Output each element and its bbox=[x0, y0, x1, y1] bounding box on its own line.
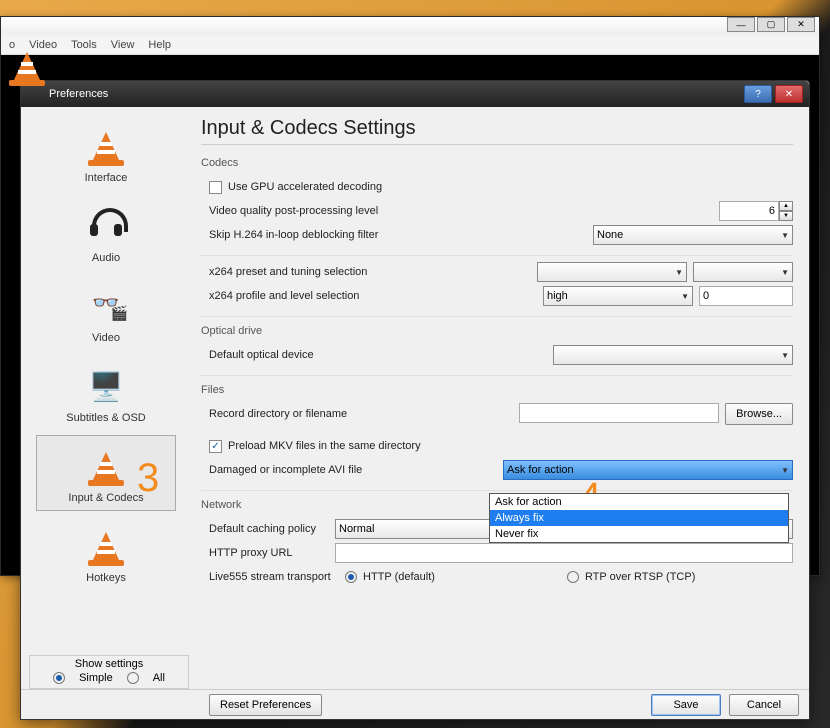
show-settings-group: Show settings Simple All bbox=[29, 655, 189, 689]
preferences-dialog: Preferences ? ✕ Interface Audio Video 🖥️… bbox=[20, 80, 810, 720]
simple-radio-label: Simple bbox=[79, 672, 113, 684]
sidebar-item-label: Input & Codecs bbox=[68, 492, 143, 504]
optical-device-label: Default optical device bbox=[209, 349, 314, 361]
sidebar-item-video[interactable]: Video bbox=[36, 275, 176, 351]
menu-item[interactable]: Video bbox=[29, 39, 57, 51]
settings-page: Input & Codecs Settings Codecs Use GPU a… bbox=[191, 107, 809, 691]
all-radio[interactable] bbox=[127, 672, 139, 684]
proxy-label: HTTP proxy URL bbox=[209, 547, 329, 559]
menu-item[interactable]: o bbox=[9, 39, 15, 51]
preload-mkv-checkbox[interactable]: ✓ bbox=[209, 440, 222, 453]
sidebar-item-hotkeys[interactable]: Hotkeys bbox=[36, 515, 176, 591]
x264-tuning-combo[interactable]: ▼ bbox=[693, 262, 793, 282]
dialog-close-button[interactable]: ✕ bbox=[775, 85, 803, 103]
page-title: Input & Codecs Settings bbox=[201, 117, 793, 145]
record-dir-label: Record directory or filename bbox=[209, 408, 347, 420]
http-radio-label: HTTP (default) bbox=[363, 571, 435, 583]
gpu-decoding-label: Use GPU accelerated decoding bbox=[228, 181, 382, 193]
avi-combo[interactable]: Ask for action▼ bbox=[503, 460, 793, 480]
preload-mkv-label: Preload MKV files in the same directory bbox=[228, 440, 421, 452]
film-icon bbox=[82, 282, 130, 330]
postproc-input[interactable] bbox=[719, 201, 779, 221]
record-dir-input[interactable] bbox=[519, 403, 719, 423]
optical-device-combo[interactable]: ▼ bbox=[553, 345, 793, 365]
sidebar-item-label: Interface bbox=[85, 172, 128, 184]
avi-option-ask[interactable]: Ask for action bbox=[490, 494, 788, 510]
display-icon: 🖥️ bbox=[82, 362, 130, 410]
cancel-button[interactable]: Cancel bbox=[729, 694, 799, 716]
http-radio[interactable] bbox=[345, 571, 357, 583]
gpu-decoding-checkbox[interactable] bbox=[209, 181, 222, 194]
browse-button[interactable]: Browse... bbox=[725, 403, 793, 425]
avi-label: Damaged or incomplete AVI file bbox=[209, 464, 362, 476]
save-button[interactable]: Save bbox=[651, 694, 721, 716]
reset-preferences-button[interactable]: Reset Preferences bbox=[209, 694, 322, 716]
category-sidebar: Interface Audio Video 🖥️ Subtitles & OSD… bbox=[21, 107, 191, 691]
group-title-files: Files bbox=[201, 384, 793, 396]
parent-close-button[interactable]: ✕ bbox=[787, 17, 815, 32]
x264-preset-combo[interactable]: ▼ bbox=[537, 262, 687, 282]
menu-item[interactable]: View bbox=[111, 39, 135, 51]
avi-option-always[interactable]: Always fix bbox=[490, 510, 788, 526]
proxy-input[interactable] bbox=[335, 543, 793, 563]
menu-item[interactable]: Tools bbox=[71, 39, 97, 51]
x264-profile-label: x264 profile and level selection bbox=[209, 290, 359, 302]
sidebar-item-label: Hotkeys bbox=[86, 572, 126, 584]
simple-radio[interactable] bbox=[53, 672, 65, 684]
parent-maximize-button[interactable]: ▢ bbox=[757, 17, 785, 32]
dialog-footer: Reset Preferences Save Cancel bbox=[21, 689, 809, 719]
avi-dropdown-list[interactable]: Ask for action Always fix Never fix bbox=[489, 493, 789, 543]
sidebar-item-subtitles[interactable]: 🖥️ Subtitles & OSD bbox=[36, 355, 176, 431]
postproc-label: Video quality post-processing level bbox=[209, 205, 378, 217]
avi-option-never[interactable]: Never fix bbox=[490, 526, 788, 542]
skipfilter-label: Skip H.264 in-loop deblocking filter bbox=[209, 229, 378, 241]
dialog-title: Preferences bbox=[49, 88, 108, 100]
sidebar-item-interface[interactable]: Interface bbox=[36, 115, 176, 191]
sidebar-item-label: Video bbox=[92, 332, 120, 344]
show-settings-title: Show settings bbox=[36, 658, 182, 670]
menu-item[interactable]: Help bbox=[148, 39, 171, 51]
live555-label: Live555 stream transport bbox=[209, 571, 339, 583]
parent-titlebar: — ▢ ✕ bbox=[1, 17, 819, 35]
caching-label: Default caching policy bbox=[209, 523, 329, 535]
x264-level-input[interactable] bbox=[699, 286, 793, 306]
sidebar-item-input-codecs[interactable]: Input & Codecs 3 bbox=[36, 435, 176, 511]
sidebar-item-label: Subtitles & OSD bbox=[66, 412, 145, 424]
sidebar-item-audio[interactable]: Audio bbox=[36, 195, 176, 271]
vlc-cone-icon bbox=[27, 86, 43, 102]
cone-icon bbox=[82, 122, 130, 170]
x264-profile-combo[interactable]: high▼ bbox=[543, 286, 693, 306]
postproc-spinner[interactable]: ▲▼ bbox=[779, 201, 793, 221]
parent-minimize-button[interactable]: — bbox=[727, 17, 755, 32]
cone-hotkeys-icon bbox=[82, 522, 130, 570]
rtp-radio-label: RTP over RTSP (TCP) bbox=[585, 571, 695, 583]
x264-preset-label: x264 preset and tuning selection bbox=[209, 266, 367, 278]
parent-menubar: o Video Tools View Help bbox=[1, 35, 819, 55]
dialog-help-button[interactable]: ? bbox=[744, 85, 772, 103]
cone-codecs-icon bbox=[82, 442, 130, 490]
headphones-icon bbox=[82, 202, 130, 250]
all-radio-label: All bbox=[153, 672, 165, 684]
sidebar-item-label: Audio bbox=[92, 252, 120, 264]
group-title-optical: Optical drive bbox=[201, 325, 793, 337]
group-title-codecs: Codecs bbox=[201, 157, 793, 169]
skipfilter-combo[interactable]: None▼ bbox=[593, 225, 793, 245]
rtp-radio[interactable] bbox=[567, 571, 579, 583]
dialog-titlebar[interactable]: Preferences ? ✕ bbox=[21, 81, 809, 107]
